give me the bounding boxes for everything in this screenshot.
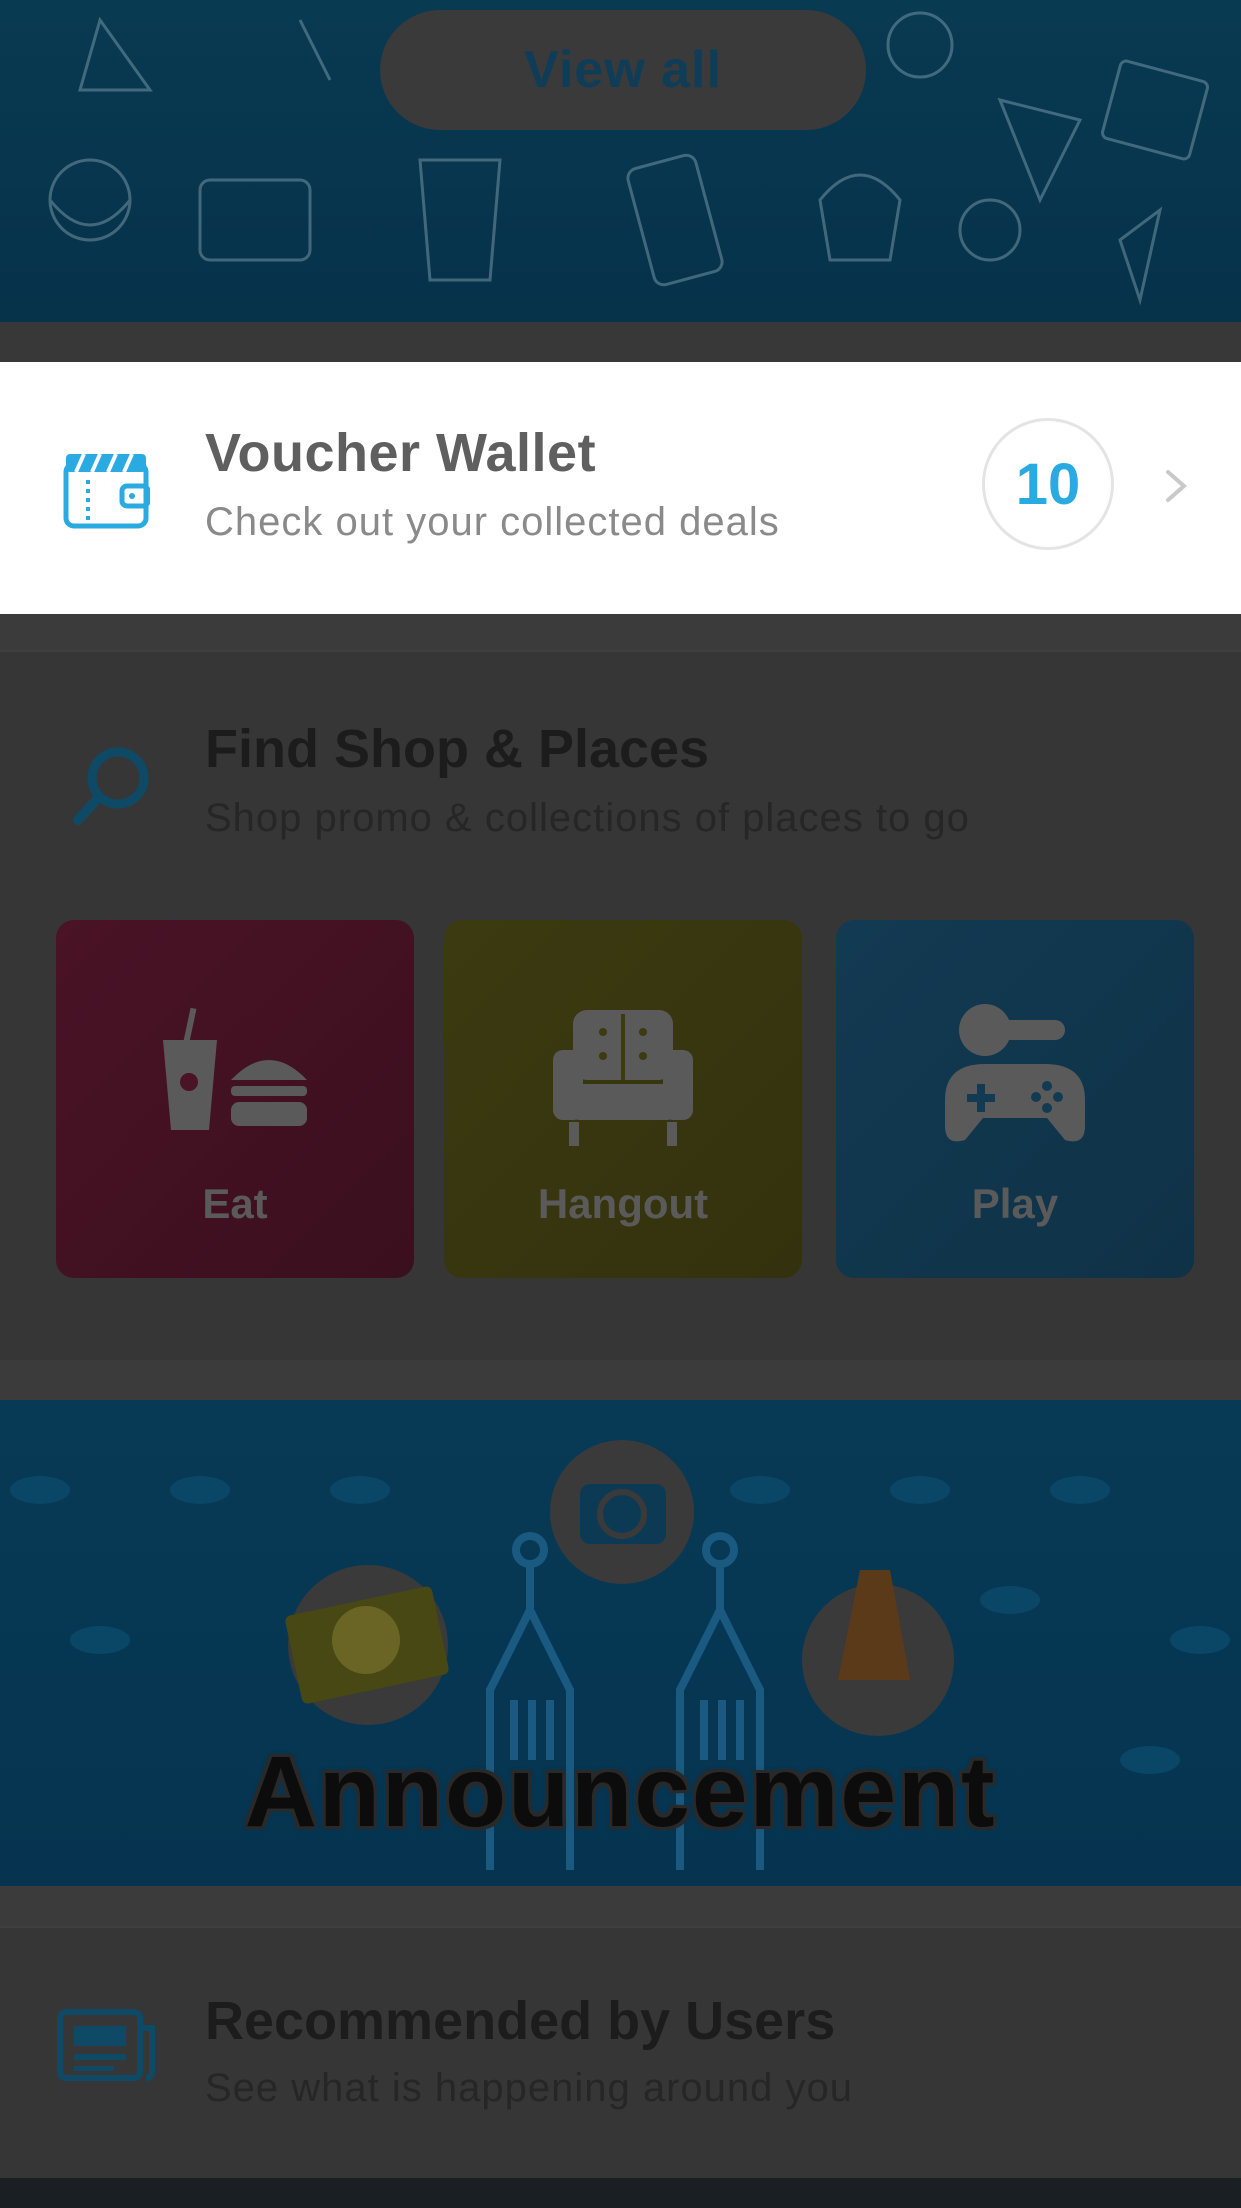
- top-banner: View all: [0, 0, 1241, 322]
- voucher-wallet-title: Voucher Wallet: [205, 423, 597, 483]
- sofa-icon: [553, 1010, 693, 1146]
- game-icon: [945, 1004, 1085, 1142]
- tile-label: Hangout: [537, 1180, 709, 1227]
- announcement-title: Announcement: [244, 1736, 997, 1848]
- search-icon: [73, 747, 149, 825]
- recommended-subtitle: See what is happening around you: [205, 2066, 854, 2110]
- category-tile-eat[interactable]: Eat: [56, 920, 414, 1278]
- voucher-wallet-subtitle: Check out your collected deals: [205, 500, 780, 544]
- chevron-right-icon[interactable]: [1160, 464, 1192, 508]
- tile-label: Play: [971, 1180, 1059, 1227]
- newspaper-icon: [57, 2009, 155, 2081]
- view-all-button[interactable]: View all: [380, 10, 866, 130]
- recommended-title: Recommended by Users: [205, 1991, 836, 2051]
- find-shop-title: Find Shop & Places: [205, 719, 710, 779]
- category-tile-play[interactable]: Play: [836, 920, 1194, 1278]
- category-tile-hangout[interactable]: Hangout: [444, 920, 802, 1278]
- next-section-edge: [0, 2178, 1241, 2208]
- voucher-count-badge: 10: [982, 418, 1114, 550]
- section-divider: [0, 322, 1241, 362]
- recommended-section[interactable]: [0, 1926, 1241, 2180]
- tile-label: Eat: [202, 1180, 268, 1227]
- find-shop-subtitle: Shop promo & collections of places to go: [205, 796, 970, 840]
- food-icon: [163, 1007, 307, 1130]
- wallet-icon: [63, 453, 150, 529]
